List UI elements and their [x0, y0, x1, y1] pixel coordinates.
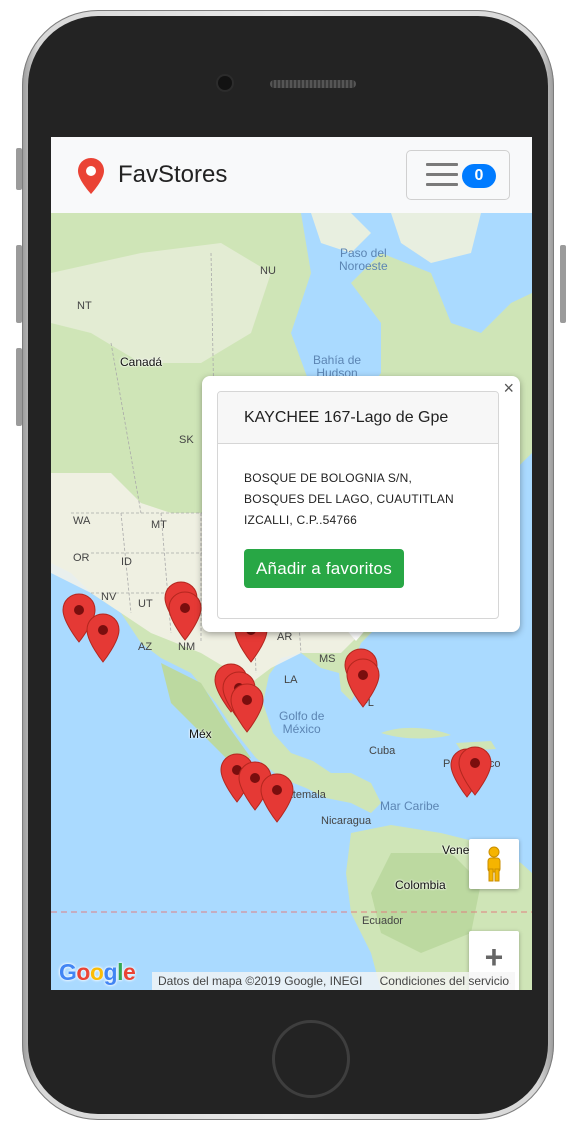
earpiece-speaker — [270, 80, 356, 88]
label-ut: UT — [138, 598, 153, 610]
front-camera — [218, 76, 232, 90]
volume-down-button — [16, 348, 22, 426]
label-az: AZ — [138, 641, 153, 653]
favorites-count-badge: 0 — [462, 164, 496, 188]
store-marker[interactable] — [458, 746, 492, 796]
label-mar-caribe: Mar Caribe — [380, 799, 440, 813]
navbar: FavStores 0 — [51, 137, 532, 213]
terms-link[interactable]: Condiciones del servicio — [380, 974, 509, 988]
brand-title[interactable]: FavStores — [118, 161, 227, 189]
label-wa: WA — [73, 515, 91, 527]
label-mexico: Méx — [189, 727, 212, 741]
close-icon[interactable]: × — [503, 379, 514, 397]
home-button[interactable] — [272, 1020, 350, 1098]
address-line: IZCALLI, C.P..54766 — [244, 513, 357, 527]
label-sk: SK — [179, 434, 194, 446]
store-marker[interactable] — [346, 658, 380, 708]
label-nt: NT — [77, 300, 92, 312]
label-golfo-mexico: Golfo de México — [279, 709, 325, 736]
label-ar: AR — [277, 631, 293, 643]
label-la: LA — [284, 674, 298, 686]
store-marker[interactable] — [230, 683, 264, 733]
label-mt: MT — [151, 519, 167, 531]
label-paso-noroeste: Paso del Noroeste — [339, 246, 388, 273]
label-ecuador: Ecuador — [362, 915, 403, 927]
power-button — [560, 245, 566, 323]
volume-up-button — [16, 245, 22, 323]
hamburger-icon — [426, 163, 458, 187]
add-to-favorites-button[interactable]: Añadir a favoritos — [244, 549, 404, 588]
label-nu: NU — [260, 265, 276, 277]
label-nv: NV — [101, 591, 117, 603]
map-attribution: Datos del mapa ©2019 Google, INEGI Condi… — [152, 972, 516, 990]
pegman-icon — [487, 846, 501, 882]
label-id: ID — [121, 556, 132, 568]
label-cuba: Cuba — [369, 745, 396, 757]
label-or: OR — [73, 552, 90, 564]
mute-switch — [16, 148, 22, 190]
label-ms: MS — [319, 653, 336, 665]
address-line: BOSQUE DE BOLOGNIA S/N, — [244, 471, 412, 485]
map-pin-icon — [78, 158, 104, 194]
store-card: KAYCHEE 167-Lago de Gpe BOSQUE DE BOLOGN… — [217, 391, 499, 619]
store-address: BOSQUE DE BOLOGNIA S/N, BOSQUES DEL LAGO… — [218, 444, 498, 588]
street-view-button[interactable] — [469, 839, 519, 889]
info-window: × KAYCHEE 167-Lago de Gpe BOSQUE DE BOLO… — [202, 376, 520, 632]
attribution-text: Datos del mapa ©2019 Google, INEGI — [158, 974, 363, 988]
store-name: KAYCHEE 167-Lago de Gpe — [218, 392, 498, 444]
google-logo[interactable]: Google — [59, 959, 136, 986]
store-marker[interactable] — [168, 591, 202, 641]
label-colombia: Colombia — [395, 878, 446, 892]
address-line: BOSQUES DEL LAGO, CUAUTITLAN — [244, 492, 454, 506]
label-canada: Canadá — [120, 355, 163, 369]
label-nicaragua: Nicaragua — [321, 815, 372, 827]
app-screen: FavStores 0 NU NT Canadá SK WA MT OR ID … — [51, 137, 532, 990]
label-nm: NM — [178, 641, 196, 653]
store-marker[interactable] — [86, 613, 120, 663]
menu-toggle-button[interactable]: 0 — [406, 150, 510, 200]
store-marker[interactable] — [260, 773, 294, 823]
